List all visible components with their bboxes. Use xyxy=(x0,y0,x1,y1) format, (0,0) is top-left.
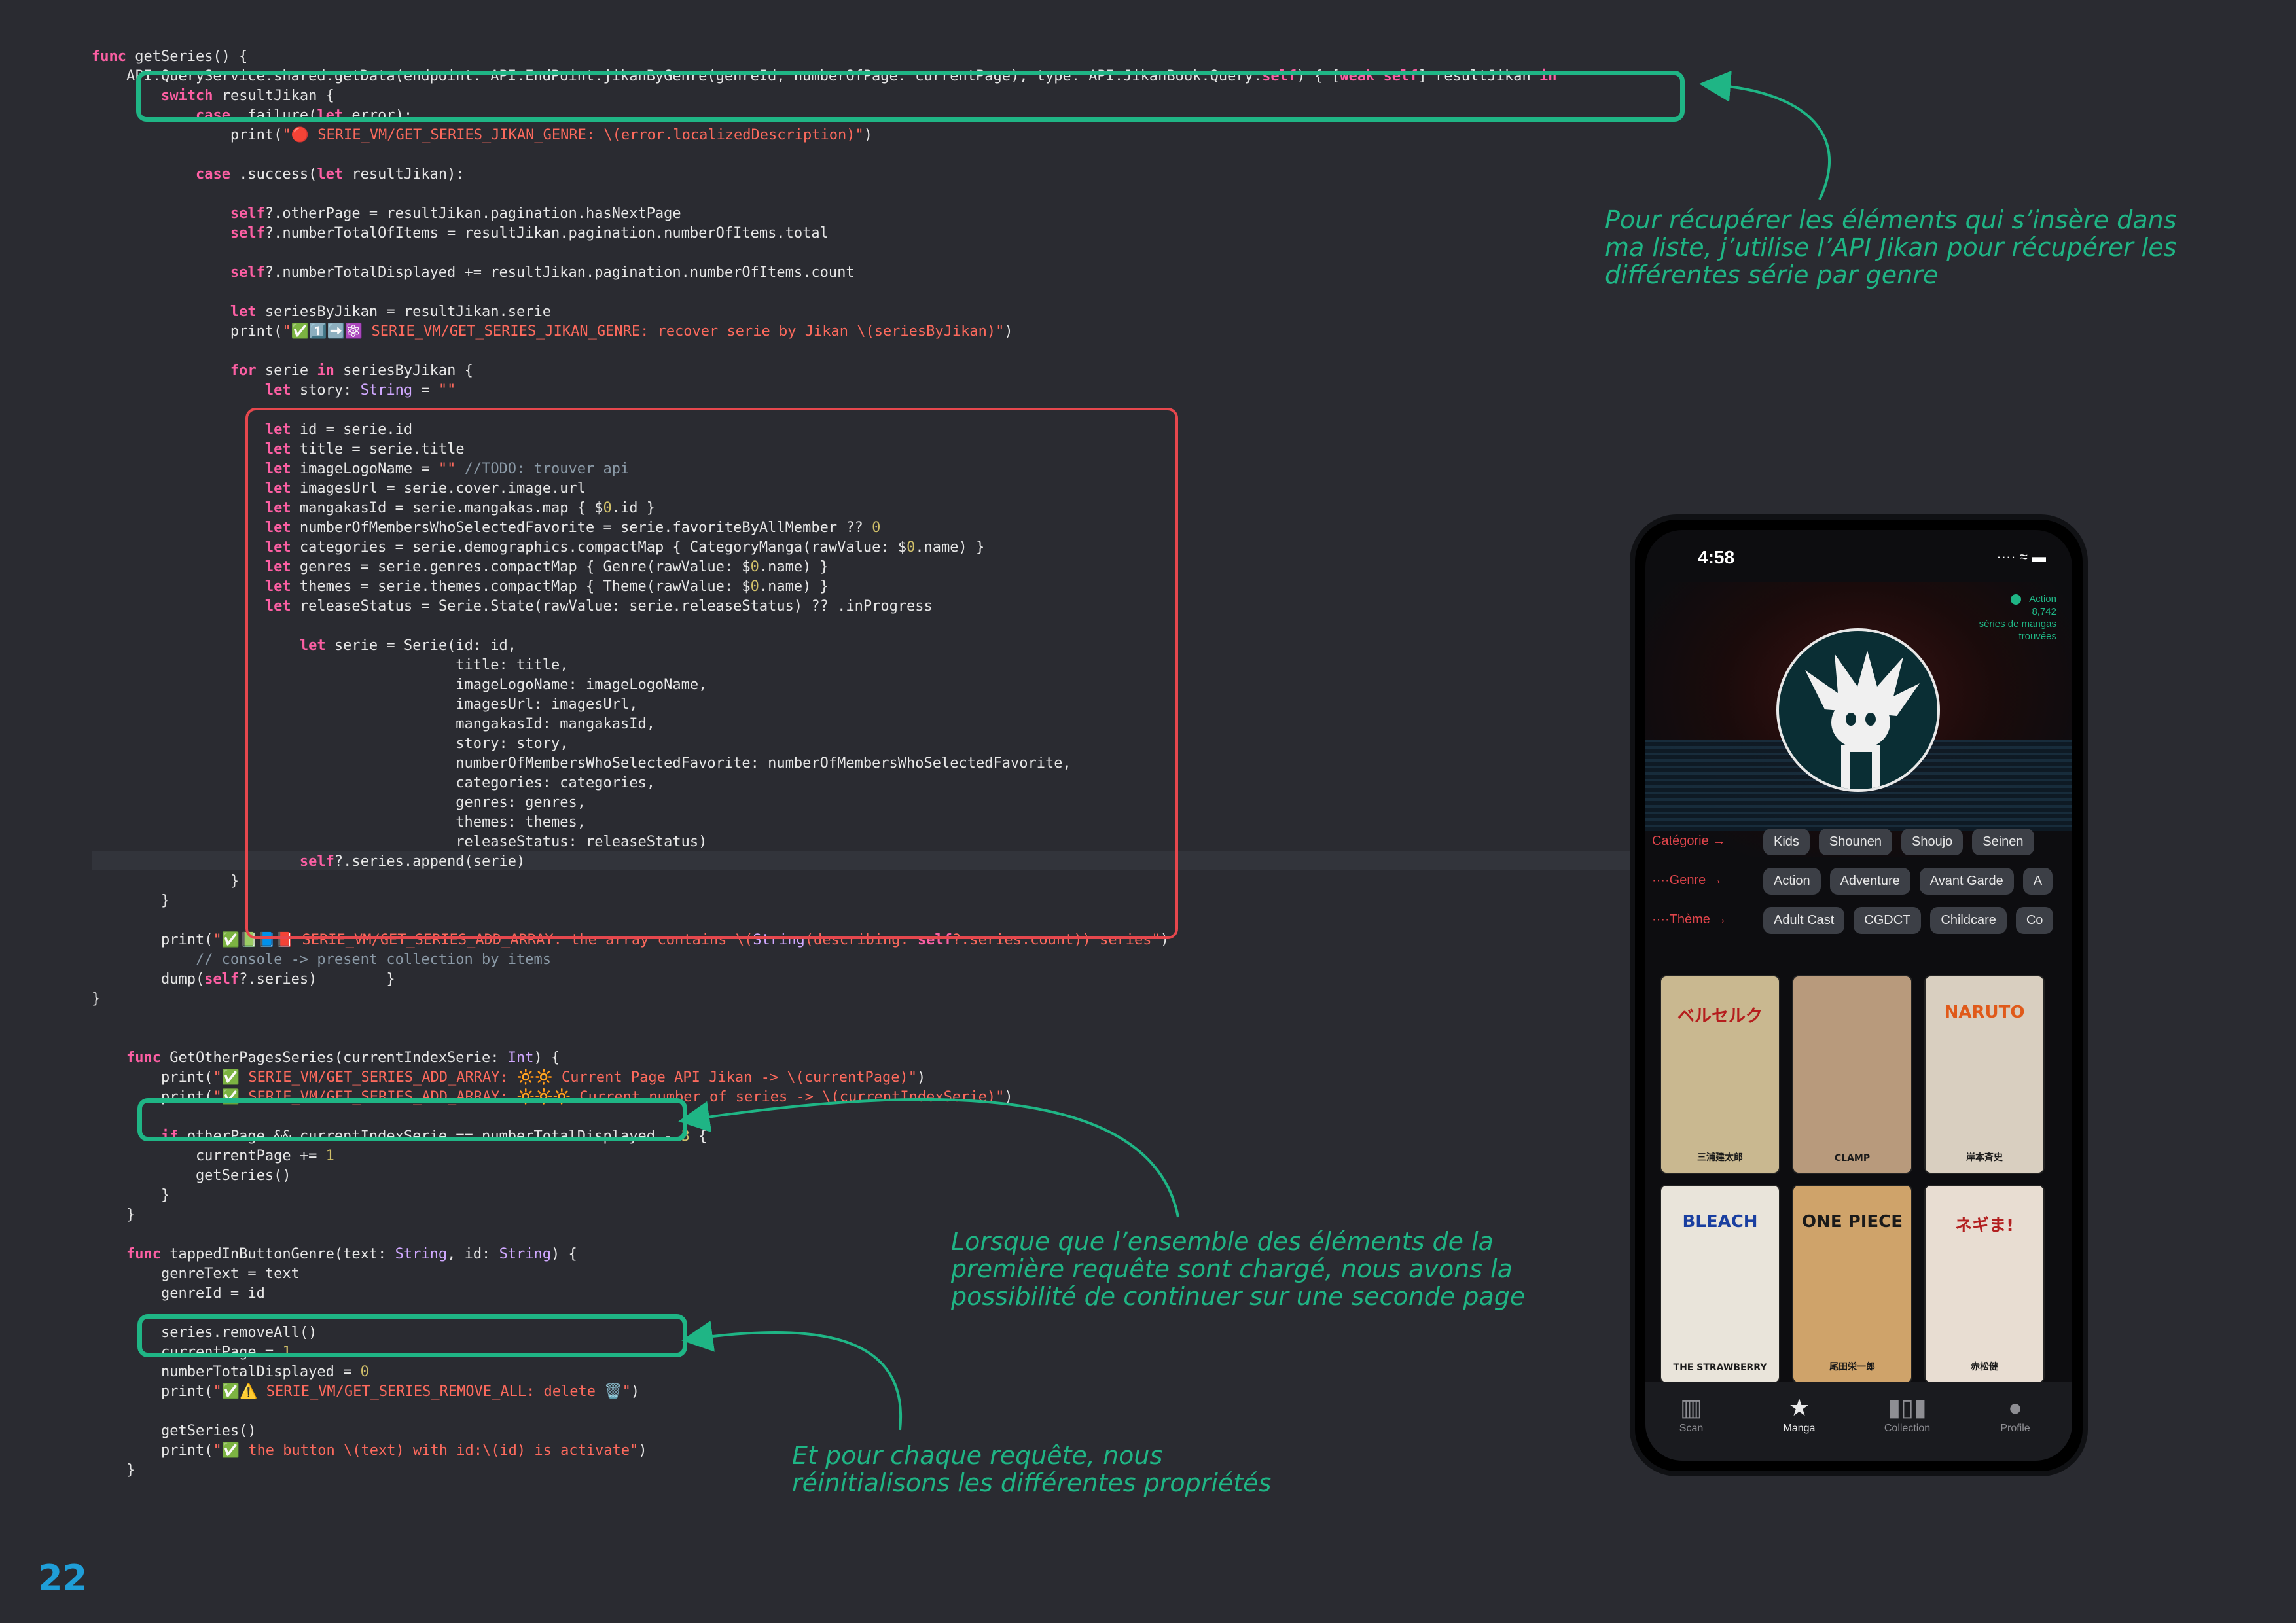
status-icons: ···· ≈ ▬ xyxy=(1996,548,2046,565)
tab-label: Profile xyxy=(2000,1423,2030,1434)
cover-subtitle: 岸本斉史 xyxy=(1966,1152,2003,1163)
chip-list: Adult Cast CGDCT Childcare Co xyxy=(1763,907,2062,934)
filter-chip[interactable]: Shoujo xyxy=(1901,829,1964,855)
filter-chip[interactable]: Shounen xyxy=(1818,829,1892,855)
status-dot-icon xyxy=(2011,594,2022,605)
cover-subtitle: THE STRAWBERRY xyxy=(1673,1363,1767,1373)
filter-section: Catégorie → Kids Shounen Shoujo Seinen ····Ge… xyxy=(1645,825,2072,942)
filter-chip[interactable]: Seinen xyxy=(1972,829,2034,855)
cover-title: NARUTO xyxy=(1944,1003,2025,1022)
tab-label: Collection xyxy=(1884,1423,1931,1434)
phone-mockup: 4:58 ···· ≈ ▬ Action 8,742 séries de man… xyxy=(1630,514,2088,1476)
tab-manga[interactable]: ★ Manga xyxy=(1760,1394,1839,1435)
genre-badge: Action 8,742 séries de mangas trouvées xyxy=(1952,593,2056,643)
books-icon: ▮▯▮ xyxy=(1888,1394,1927,1421)
character-silhouette-icon xyxy=(1805,651,1920,789)
tab-label: Scan xyxy=(1679,1423,1704,1434)
manga-cover[interactable]: ネギま! 赤松健 xyxy=(1924,1185,2045,1383)
cover-subtitle: CLAMP xyxy=(1834,1153,1871,1164)
chip-list: Kids Shounen Shoujo Seinen xyxy=(1763,829,2043,855)
manga-cover[interactable]: BLEACH THE STRAWBERRY xyxy=(1660,1185,1780,1383)
page-number: 22 xyxy=(38,1558,88,1599)
barcode-icon: ▥ xyxy=(1679,1394,1702,1421)
filter-row-label: ····Thème → xyxy=(1652,912,1727,927)
annotation-reset: Et pour chaque requête, nous réinitialis… xyxy=(792,1441,1272,1497)
cover-title: BLEACH xyxy=(1682,1212,1758,1232)
cover-title: ネギま! xyxy=(1955,1216,2014,1236)
cover-title: ベルセルク xyxy=(1677,1007,1763,1026)
filter-chip[interactable]: A xyxy=(2022,868,2053,895)
status-time: 4:58 xyxy=(1698,547,1735,567)
filter-row: ····Thème → Adult Cast CGDCT Childcare Co xyxy=(1645,903,2072,942)
filter-row-label: Catégorie → xyxy=(1652,834,1726,848)
filter-row: Catégorie → Kids Shounen Shoujo Seinen xyxy=(1645,825,2072,864)
manga-cover[interactable]: ベルセルク三浦建太郎 xyxy=(1660,975,1780,1174)
filter-chip[interactable]: Avant Garde xyxy=(1919,868,2014,895)
tab-label: Manga xyxy=(1783,1423,1816,1434)
badge-caption: séries de mangas trouvées xyxy=(1979,618,2056,642)
person-icon: ● xyxy=(2008,1394,2022,1421)
filter-chip[interactable]: Childcare xyxy=(1930,907,2007,934)
star-icon: ★ xyxy=(1788,1394,1810,1421)
filter-row: ····Genre → Action Adventure Avant Garde A xyxy=(1645,864,2072,903)
filter-chip[interactable]: Adventure xyxy=(1829,868,1910,895)
filter-chip[interactable]: Kids xyxy=(1763,829,1810,855)
filter-chip[interactable]: Co xyxy=(2015,907,2054,934)
manga-cover[interactable]: ONE PIECE 尾田栄一郎 xyxy=(1792,1185,1912,1383)
manga-cover[interactable]: NARUTO 岸本斉史 xyxy=(1924,975,2045,1174)
annotation-jikan-api: Pour récupérer les éléments qui s’insère… xyxy=(1605,205,2177,289)
filter-chip[interactable]: Action xyxy=(1763,868,1821,895)
status-bar: 4:58 ···· ≈ ▬ xyxy=(1645,530,2072,576)
tab-collection[interactable]: ▮▯▮ Collection xyxy=(1868,1394,1946,1435)
cover-title: ONE PIECE xyxy=(1801,1212,1903,1232)
tab-bar: ▥ Scan ★ Manga ▮▯▮ Collection ● Profile xyxy=(1645,1382,2072,1461)
manga-cover[interactable]: CLAMP xyxy=(1792,975,1912,1174)
filter-chip[interactable]: Adult Cast xyxy=(1763,907,1845,934)
cover-subtitle: 尾田栄一郎 xyxy=(1829,1362,1875,1372)
chip-list: Action Adventure Avant Garde A xyxy=(1763,868,2062,895)
filter-chip[interactable]: CGDCT xyxy=(1854,907,1922,934)
cover-subtitle: 三浦建太郎 xyxy=(1697,1152,1743,1163)
cover-subtitle: 赤松健 xyxy=(1971,1362,1998,1372)
filter-row-label: ····Genre → xyxy=(1652,873,1723,887)
tab-profile[interactable]: ● Profile xyxy=(1976,1394,2054,1435)
annotation-next-page: Lorsque que l’ensemble des éléments de l… xyxy=(951,1227,1526,1311)
tab-scan[interactable]: ▥ Scan xyxy=(1652,1394,1731,1435)
badge-count: 8,742 xyxy=(2032,606,2056,617)
phone-screen: 4:58 ···· ≈ ▬ Action 8,742 séries de man… xyxy=(1645,530,2072,1461)
badge-genre: Action xyxy=(2029,594,2056,605)
character-avatar xyxy=(1776,628,1940,792)
